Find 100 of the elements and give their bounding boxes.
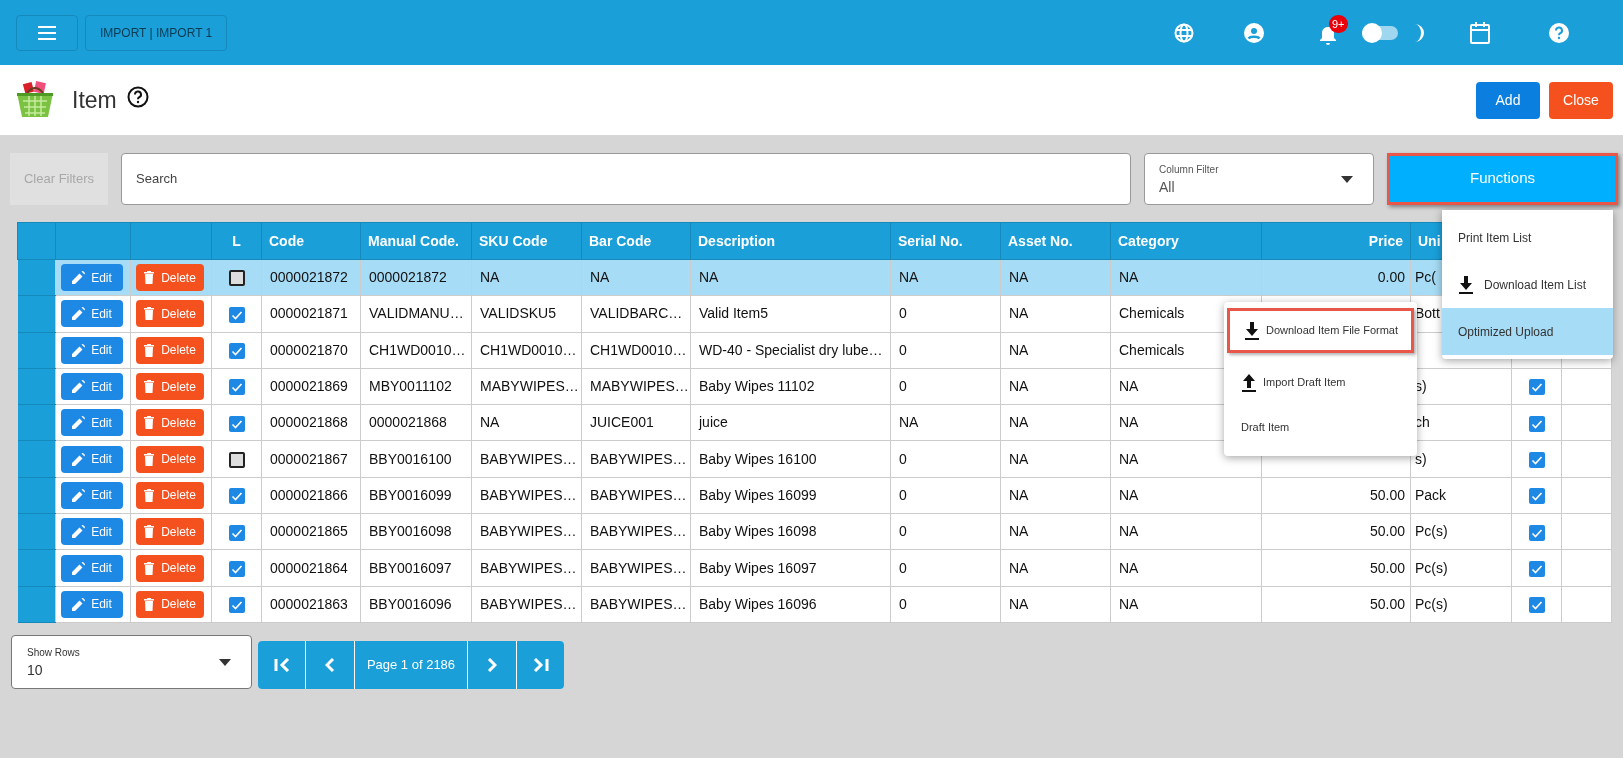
table-cell: Baby Wipes 11102	[690, 368, 891, 405]
row-header[interactable]	[17, 549, 56, 587]
edit-button[interactable]: Edit	[61, 481, 123, 509]
menu-item[interactable]: Print Item List	[1442, 214, 1613, 261]
help-icon[interactable]	[126, 86, 149, 108]
table-cell: 50.00	[1261, 513, 1411, 550]
table-cell: BABYWIPES…	[581, 477, 691, 514]
delete-button[interactable]: Delete	[136, 554, 204, 582]
trash-icon	[144, 343, 155, 357]
table-cell: 0	[890, 332, 1001, 369]
delete-button[interactable]: Delete	[136, 264, 204, 292]
checkbox[interactable]	[1528, 560, 1545, 577]
column-header: SKU Code	[479, 232, 548, 249]
breadcrumb-button[interactable]: IMPORT | IMPORT 1	[85, 14, 228, 51]
table-cell: 0000021872	[261, 259, 361, 296]
table-cell: 0000021871	[261, 295, 361, 333]
checkbox[interactable]	[228, 597, 245, 614]
trash-icon	[144, 307, 155, 321]
table-cell: 0000021870	[261, 332, 361, 369]
table-cell: NA	[1110, 259, 1262, 296]
checkbox[interactable]	[1528, 597, 1545, 614]
delete-button[interactable]: Delete	[136, 336, 204, 364]
pencil-icon	[72, 307, 86, 321]
row-header[interactable]	[17, 404, 56, 441]
table-cell: 0000021872	[360, 259, 472, 296]
delete-button[interactable]: Delete	[136, 590, 204, 618]
checkbox[interactable]	[1528, 488, 1545, 505]
table-cell: Baby Wipes 16098	[690, 513, 891, 550]
checkbox[interactable]	[228, 415, 245, 432]
delete-button[interactable]: Delete	[136, 300, 204, 328]
functions-button[interactable]: Functions	[1387, 152, 1618, 205]
checkbox[interactable]	[1528, 524, 1545, 541]
edit-button[interactable]: Edit	[61, 554, 123, 582]
checkbox[interactable]	[1528, 451, 1545, 468]
checkbox[interactable]	[228, 560, 245, 577]
table-cell: 0000021867	[261, 441, 361, 478]
next-page-button[interactable]	[468, 640, 516, 689]
column-header: Serial No.	[898, 232, 963, 249]
checkbox[interactable]	[228, 524, 245, 541]
row-header[interactable]	[17, 441, 56, 478]
caret-icon	[1341, 175, 1353, 183]
row-header[interactable]	[17, 513, 56, 550]
checkbox[interactable]	[228, 270, 245, 287]
edit-button[interactable]: Edit	[61, 409, 123, 437]
checkbox[interactable]	[1528, 415, 1545, 432]
edit-button[interactable]: Edit	[61, 445, 123, 473]
row-header[interactable]	[17, 368, 56, 405]
table-cell: NA	[1110, 586, 1262, 623]
checkbox[interactable]	[228, 306, 245, 323]
table-cell: 0000021865	[261, 513, 361, 550]
previous-page-button[interactable]	[306, 640, 354, 689]
edit-button[interactable]: Edit	[61, 373, 123, 401]
table-cell: NA	[1000, 586, 1111, 623]
edit-button[interactable]: Edit	[61, 300, 123, 328]
delete-button[interactable]: Delete	[136, 445, 204, 473]
table-cell: 0	[890, 513, 1001, 550]
table-cell: BABYWIPES…	[471, 586, 582, 623]
search-field[interactable]: Search	[121, 152, 1131, 205]
first-page-button[interactable]	[258, 640, 305, 689]
globe-icon[interactable]	[1174, 22, 1194, 43]
row-header[interactable]	[17, 332, 56, 369]
checkbox[interactable]	[228, 451, 245, 468]
table-cell: MABYWIPES…	[471, 368, 582, 405]
last-page-button[interactable]	[517, 640, 564, 689]
row-header[interactable]	[17, 259, 56, 296]
table-cell: BBY0016098	[360, 513, 472, 550]
delete-button[interactable]: Delete	[136, 373, 204, 401]
chevron-left-icon	[325, 657, 335, 672]
menu-item[interactable]: Optimized Upload	[1442, 308, 1613, 355]
show-rows-dropdown[interactable]: Show Rows 10	[11, 634, 252, 689]
table-cell: 0.00	[1261, 259, 1411, 296]
table-cell: 0000021868	[261, 404, 361, 441]
checkbox[interactable]	[228, 379, 245, 396]
delete-button[interactable]: Delete	[136, 481, 204, 509]
add-button[interactable]: Add	[1476, 81, 1540, 119]
pencil-icon	[72, 452, 86, 466]
column-filter-dropdown[interactable]: Column Filter All	[1144, 152, 1374, 205]
row-header[interactable]	[17, 477, 56, 514]
checkbox[interactable]	[228, 343, 245, 360]
table-cell: 0	[890, 295, 1001, 333]
menu-button[interactable]	[16, 14, 78, 51]
row-header[interactable]	[17, 295, 56, 333]
menu-item[interactable]: Download Item File Format	[1227, 308, 1414, 353]
column-header: Bar Code	[589, 232, 652, 249]
table-cell: NA	[471, 259, 582, 296]
edit-button[interactable]: Edit	[61, 518, 123, 546]
calendar-icon[interactable]	[1470, 21, 1490, 44]
table-cell: NA	[1000, 441, 1111, 478]
checkbox[interactable]	[228, 488, 245, 505]
edit-button[interactable]: Edit	[61, 336, 123, 364]
table-cell: BABYWIPES…	[471, 441, 582, 478]
close-button[interactable]: Close	[1549, 81, 1613, 119]
row-header[interactable]	[17, 586, 56, 623]
checkbox[interactable]	[1528, 379, 1545, 396]
dark-mode-toggle[interactable]	[1362, 25, 1398, 40]
delete-button[interactable]: Delete	[136, 409, 204, 437]
user-icon[interactable]	[1244, 22, 1264, 43]
edit-button[interactable]: Edit	[61, 264, 123, 292]
edit-button[interactable]: Edit	[61, 590, 123, 618]
delete-button[interactable]: Delete	[136, 518, 204, 546]
